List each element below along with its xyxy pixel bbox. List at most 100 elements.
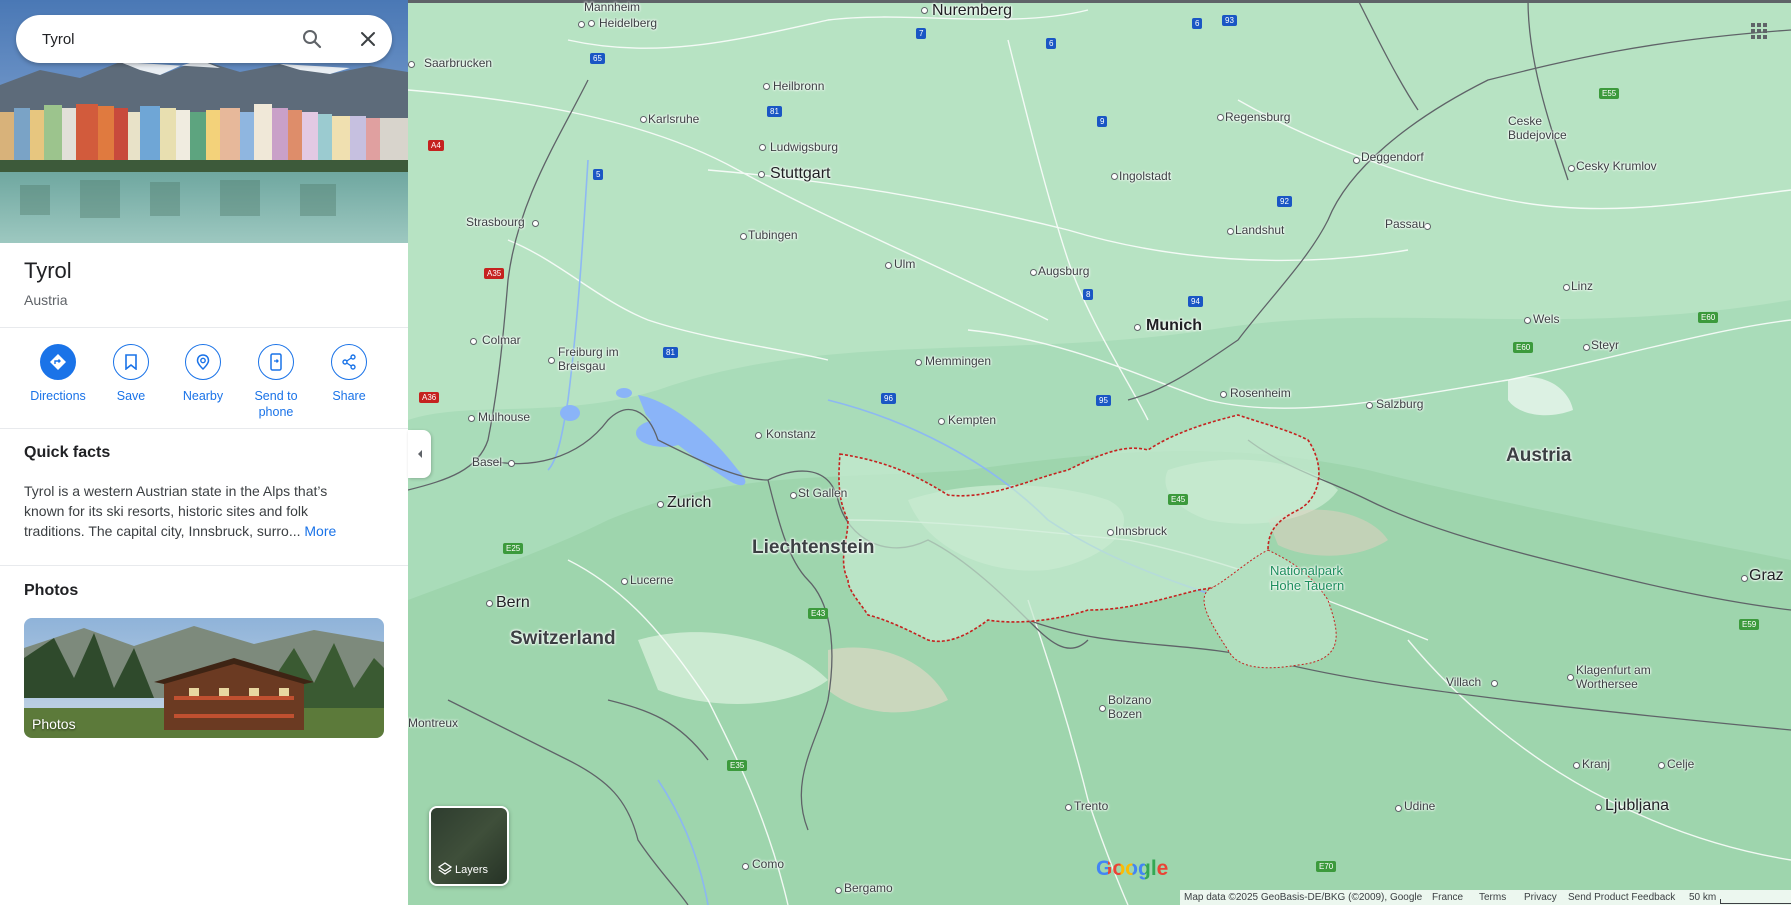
close-icon[interactable]	[356, 27, 380, 51]
city-dot	[885, 262, 892, 269]
city-label-mannheim[interactable]: Mannheim	[584, 0, 640, 14]
country-label-austria[interactable]: Austria	[1506, 445, 1571, 467]
share-label: Share	[332, 389, 366, 403]
map-canvas[interactable]: Mannheim Nuremberg Heidelberg Saarbrucke…	[408, 0, 1791, 905]
city-label-udine[interactable]: Udine	[1404, 799, 1435, 813]
city-label-colmar[interactable]: Colmar	[482, 333, 521, 347]
send-to-phone-button[interactable]: Send to phone	[241, 344, 311, 420]
apps-grid-icon[interactable]	[1750, 22, 1768, 45]
nearby-button[interactable]: Nearby	[168, 344, 238, 404]
city-label-passau[interactable]: Passau	[1385, 217, 1425, 231]
city-dot	[1111, 173, 1118, 180]
city-label-konstanz[interactable]: Konstanz	[766, 427, 816, 441]
city-label-mulhouse[interactable]: Mulhouse	[478, 410, 530, 424]
city-label-zurich[interactable]: Zurich	[667, 494, 711, 512]
country-label-switzerland[interactable]: Switzerland	[510, 628, 616, 650]
city-label-freiburg[interactable]: Freiburg im Breisgau	[558, 345, 638, 373]
city-dot	[1595, 804, 1602, 811]
city-label-ingolstadt[interactable]: Ingolstadt	[1119, 169, 1171, 183]
city-label-como[interactable]: Como	[752, 857, 784, 871]
city-label-memmingen[interactable]: Memmingen	[925, 354, 991, 368]
city-label-ulm[interactable]: Ulm	[894, 257, 915, 271]
city-label-graz[interactable]: Graz	[1749, 567, 1784, 585]
city-label-celje[interactable]: Celje	[1667, 757, 1694, 771]
layers-label: Layers	[455, 864, 489, 876]
road-shield: E59	[1739, 619, 1760, 630]
city-label-lucerne[interactable]: Lucerne	[630, 573, 673, 587]
city-label-augsburg[interactable]: Augsburg	[1038, 264, 1089, 278]
park-label-hohe-tauern[interactable]: Nationalpark Hohe Tauern	[1270, 563, 1360, 593]
city-label-nuremberg[interactable]: Nuremberg	[932, 2, 1012, 20]
city-label-ceske-budejovice[interactable]: Ceske Budejovice	[1508, 114, 1578, 142]
road-shield: E43	[808, 608, 829, 619]
collapse-panel-button[interactable]	[408, 430, 431, 478]
city-label-deggendorf[interactable]: Deggendorf	[1361, 150, 1424, 164]
photo-card-label: Photos	[32, 716, 76, 732]
city-label-villach[interactable]: Villach	[1446, 675, 1481, 689]
city-label-bergamo[interactable]: Bergamo	[844, 881, 893, 895]
directions-button[interactable]: Directions	[23, 344, 93, 404]
region-link[interactable]: France	[1432, 890, 1463, 905]
city-label-heidelberg[interactable]: Heidelberg	[599, 16, 657, 30]
share-button[interactable]: Share	[314, 344, 384, 404]
city-label-bolzano[interactable]: Bolzano Bozen	[1108, 693, 1164, 721]
city-label-linz[interactable]: Linz	[1571, 279, 1593, 293]
city-label-cesky-krumlov[interactable]: Cesky Krumlov	[1576, 159, 1657, 173]
feedback-link[interactable]: Send Product Feedback	[1568, 890, 1675, 905]
city-label-ljubljana[interactable]: Ljubljana	[1605, 797, 1669, 815]
city-label-st-gallen[interactable]: St Gallen	[798, 486, 847, 500]
city-label-tubingen[interactable]: Tubingen	[748, 228, 798, 242]
more-link[interactable]: More	[304, 523, 336, 539]
city-label-heilbronn[interactable]: Heilbronn	[773, 79, 824, 93]
city-label-klagenfurt[interactable]: Klagenfurt am Worthersee	[1576, 663, 1676, 691]
save-button[interactable]: Save	[96, 344, 166, 404]
city-label-stuttgart[interactable]: Stuttgart	[770, 165, 830, 183]
city-label-kempten[interactable]: Kempten	[948, 413, 996, 427]
road-shield: 5	[593, 169, 604, 180]
country-label-liechtenstein[interactable]: Liechtenstein	[752, 537, 874, 559]
city-dot	[1395, 805, 1402, 812]
road-shield: 8	[1083, 289, 1094, 300]
quick-facts-body: Tyrol is a western Austrian state in the…	[24, 483, 328, 539]
terms-link[interactable]: Terms	[1479, 890, 1506, 905]
city-label-landshut[interactable]: Landshut	[1235, 223, 1284, 237]
road-shield: E55	[1599, 88, 1620, 99]
chevron-left-icon	[417, 450, 422, 458]
city-label-kranj[interactable]: Kranj	[1582, 757, 1610, 771]
road-shield: E45	[1168, 494, 1189, 505]
quick-facts-title: Quick facts	[24, 444, 111, 461]
city-label-bern[interactable]: Bern	[496, 594, 530, 612]
city-label-saarbrucken[interactable]: Saarbrucken	[424, 56, 492, 70]
scale-label[interactable]: 50 km	[1689, 890, 1716, 905]
city-label-strasbourg[interactable]: Strasbourg	[466, 215, 525, 229]
directions-label: Directions	[30, 389, 86, 403]
city-label-salzburg[interactable]: Salzburg	[1376, 397, 1423, 411]
city-label-trento[interactable]: Trento	[1074, 799, 1108, 813]
city-label-innsbruck[interactable]: Innsbruck	[1115, 524, 1167, 538]
city-label-munich[interactable]: Munich	[1146, 317, 1202, 335]
save-label: Save	[116, 389, 146, 403]
search-input[interactable]	[40, 29, 294, 49]
city-label-montreux[interactable]: Montreux	[408, 716, 458, 730]
city-label-rosenheim[interactable]: Rosenheim	[1230, 386, 1291, 400]
city-label-basel[interactable]: Basel	[472, 455, 502, 469]
layers-icon	[438, 862, 452, 875]
city-label-ludwigsburg[interactable]: Ludwigsburg	[770, 140, 838, 154]
city-label-steyr[interactable]: Steyr	[1591, 338, 1619, 352]
city-dot	[1099, 705, 1106, 712]
privacy-link[interactable]: Privacy	[1524, 890, 1557, 905]
city-dot	[763, 83, 770, 90]
city-dot	[740, 233, 747, 240]
city-dot	[1583, 344, 1590, 351]
city-dot	[938, 418, 945, 425]
photo-card[interactable]: Photos	[24, 618, 384, 738]
city-dot	[758, 171, 765, 178]
city-label-karlsruhe[interactable]: Karlsruhe	[648, 112, 699, 126]
city-dot	[1658, 762, 1665, 769]
layers-button[interactable]: Layers	[429, 806, 509, 886]
city-label-regensburg[interactable]: Regensburg	[1225, 110, 1290, 124]
search-icon[interactable]	[300, 27, 324, 51]
road-shield: A35	[484, 268, 505, 279]
city-dot	[508, 460, 515, 467]
city-label-wels[interactable]: Wels	[1533, 312, 1559, 326]
